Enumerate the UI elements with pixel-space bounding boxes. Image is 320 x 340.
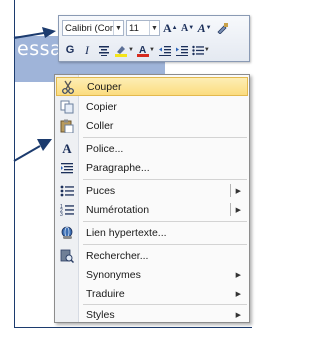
font-size-combo[interactable]: 11 ▼ <box>126 20 160 36</box>
increase-indent-icon[interactable] <box>175 42 189 58</box>
context-menu: Couper Copier Coller A Police... Paragra… <box>54 74 250 323</box>
shrink-font-button[interactable]: A ▼ <box>181 20 195 36</box>
italic-button[interactable]: I <box>80 42 94 58</box>
toolbar-row-1: Calibri (Cor ▼ 11 ▼ A ▲ A ▼ A ▼ <box>62 19 229 37</box>
styles-label: A <box>197 20 206 35</box>
submenu-arrow-icon[interactable]: ▶ <box>236 206 241 214</box>
bold-button[interactable]: G <box>63 42 77 58</box>
menu-separator <box>83 179 247 180</box>
callout-arrowhead-toolbar <box>42 27 56 38</box>
menu-item-hyperlink[interactable]: Lien hypertexte... <box>56 223 248 242</box>
menu-item-label: Police... <box>86 142 124 155</box>
bullet-list-icon[interactable]: ▼ <box>192 42 210 58</box>
menu-item-numbering[interactable]: 123 Numérotation ▶ <box>56 200 248 219</box>
menu-item-label: Numérotation <box>86 203 150 216</box>
grow-font-label: A <box>163 20 172 35</box>
format-painter-icon[interactable] <box>215 20 229 36</box>
menu-item-label: Rechercher... <box>86 249 149 262</box>
menu-item-cut[interactable]: Couper <box>56 77 248 96</box>
callout-arrow-menu <box>13 145 41 162</box>
menu-item-paste[interactable]: Coller <box>56 116 248 135</box>
chevron-down-icon[interactable]: ▼ <box>149 21 159 35</box>
split-separator <box>230 203 231 216</box>
font-icon: A <box>62 140 72 156</box>
hyperlink-icon <box>56 223 78 242</box>
menu-item-font[interactable]: A Police... <box>56 139 248 158</box>
menu-item-translate[interactable]: Traduire ▶ <box>56 284 248 303</box>
grow-font-button[interactable]: A ▲ <box>163 20 178 36</box>
menu-item-bullets[interactable]: Puces ▶ <box>56 181 248 200</box>
submenu-arrow-icon: ▶ <box>235 310 241 319</box>
numbering-icon: 123 <box>56 200 78 219</box>
font-color-icon[interactable]: A ▼ <box>136 42 155 58</box>
callout-arrow-toolbar <box>13 32 45 39</box>
italic-label: I <box>85 42 89 57</box>
callout-arrowhead-menu <box>37 139 52 151</box>
submenu-arrow-icon[interactable]: ▶ <box>236 187 241 195</box>
menu-item-label: Paragraphe... <box>86 161 150 174</box>
decrease-indent-icon[interactable] <box>158 42 172 58</box>
menu-separator <box>83 244 247 245</box>
styles-button[interactable]: A ▼ <box>198 20 212 36</box>
toolbar-row-2: G I ▼ A ▼ ▼ <box>62 41 210 59</box>
menu-item-label: Styles <box>86 308 115 321</box>
research-icon <box>56 246 78 265</box>
center-align-icon[interactable] <box>97 42 111 58</box>
copy-icon <box>56 97 78 116</box>
menu-item-styles[interactable]: Styles ▶ <box>56 305 248 324</box>
scissors-icon <box>57 77 79 96</box>
menu-item-label: Coller <box>86 119 114 132</box>
menu-item-label: Traduire <box>86 287 125 300</box>
chevron-down-icon[interactable]: ▼ <box>113 21 123 35</box>
submenu-arrow-icon: ▶ <box>235 289 241 298</box>
menu-item-copy[interactable]: Copier <box>56 97 248 116</box>
menu-item-label: Lien hypertexte... <box>86 226 167 239</box>
paste-icon <box>56 116 78 135</box>
bullets-icon <box>56 181 78 200</box>
menu-item-synonyms[interactable]: Synonymes ▶ <box>56 265 248 284</box>
menu-separator <box>83 137 247 138</box>
bold-label: G <box>65 44 75 56</box>
font-size-value: 11 <box>129 22 139 34</box>
submenu-arrow-icon: ▶ <box>235 270 241 279</box>
mini-toolbar: Calibri (Cor ▼ 11 ▼ A ▲ A ▼ A ▼ G I ▼ A … <box>58 15 250 62</box>
menu-item-label: Couper <box>87 80 122 93</box>
svg-text:3: 3 <box>60 212 63 217</box>
menu-item-label: Copier <box>86 100 117 113</box>
highlight-color-icon[interactable]: ▼ <box>114 42 134 58</box>
shrink-font-label: A <box>181 22 189 34</box>
menu-separator <box>83 221 247 222</box>
split-separator <box>230 184 231 197</box>
menu-item-research[interactable]: Rechercher... <box>56 246 248 265</box>
menu-item-paragraph[interactable]: Paragraphe... <box>56 158 248 177</box>
menu-item-label: Puces <box>86 184 116 197</box>
font-name-combo[interactable]: Calibri (Cor ▼ <box>62 20 124 36</box>
font-name-value: Calibri (Cor <box>65 22 114 34</box>
menu-item-label: Synonymes <box>86 268 141 281</box>
paragraph-icon <box>56 158 78 177</box>
